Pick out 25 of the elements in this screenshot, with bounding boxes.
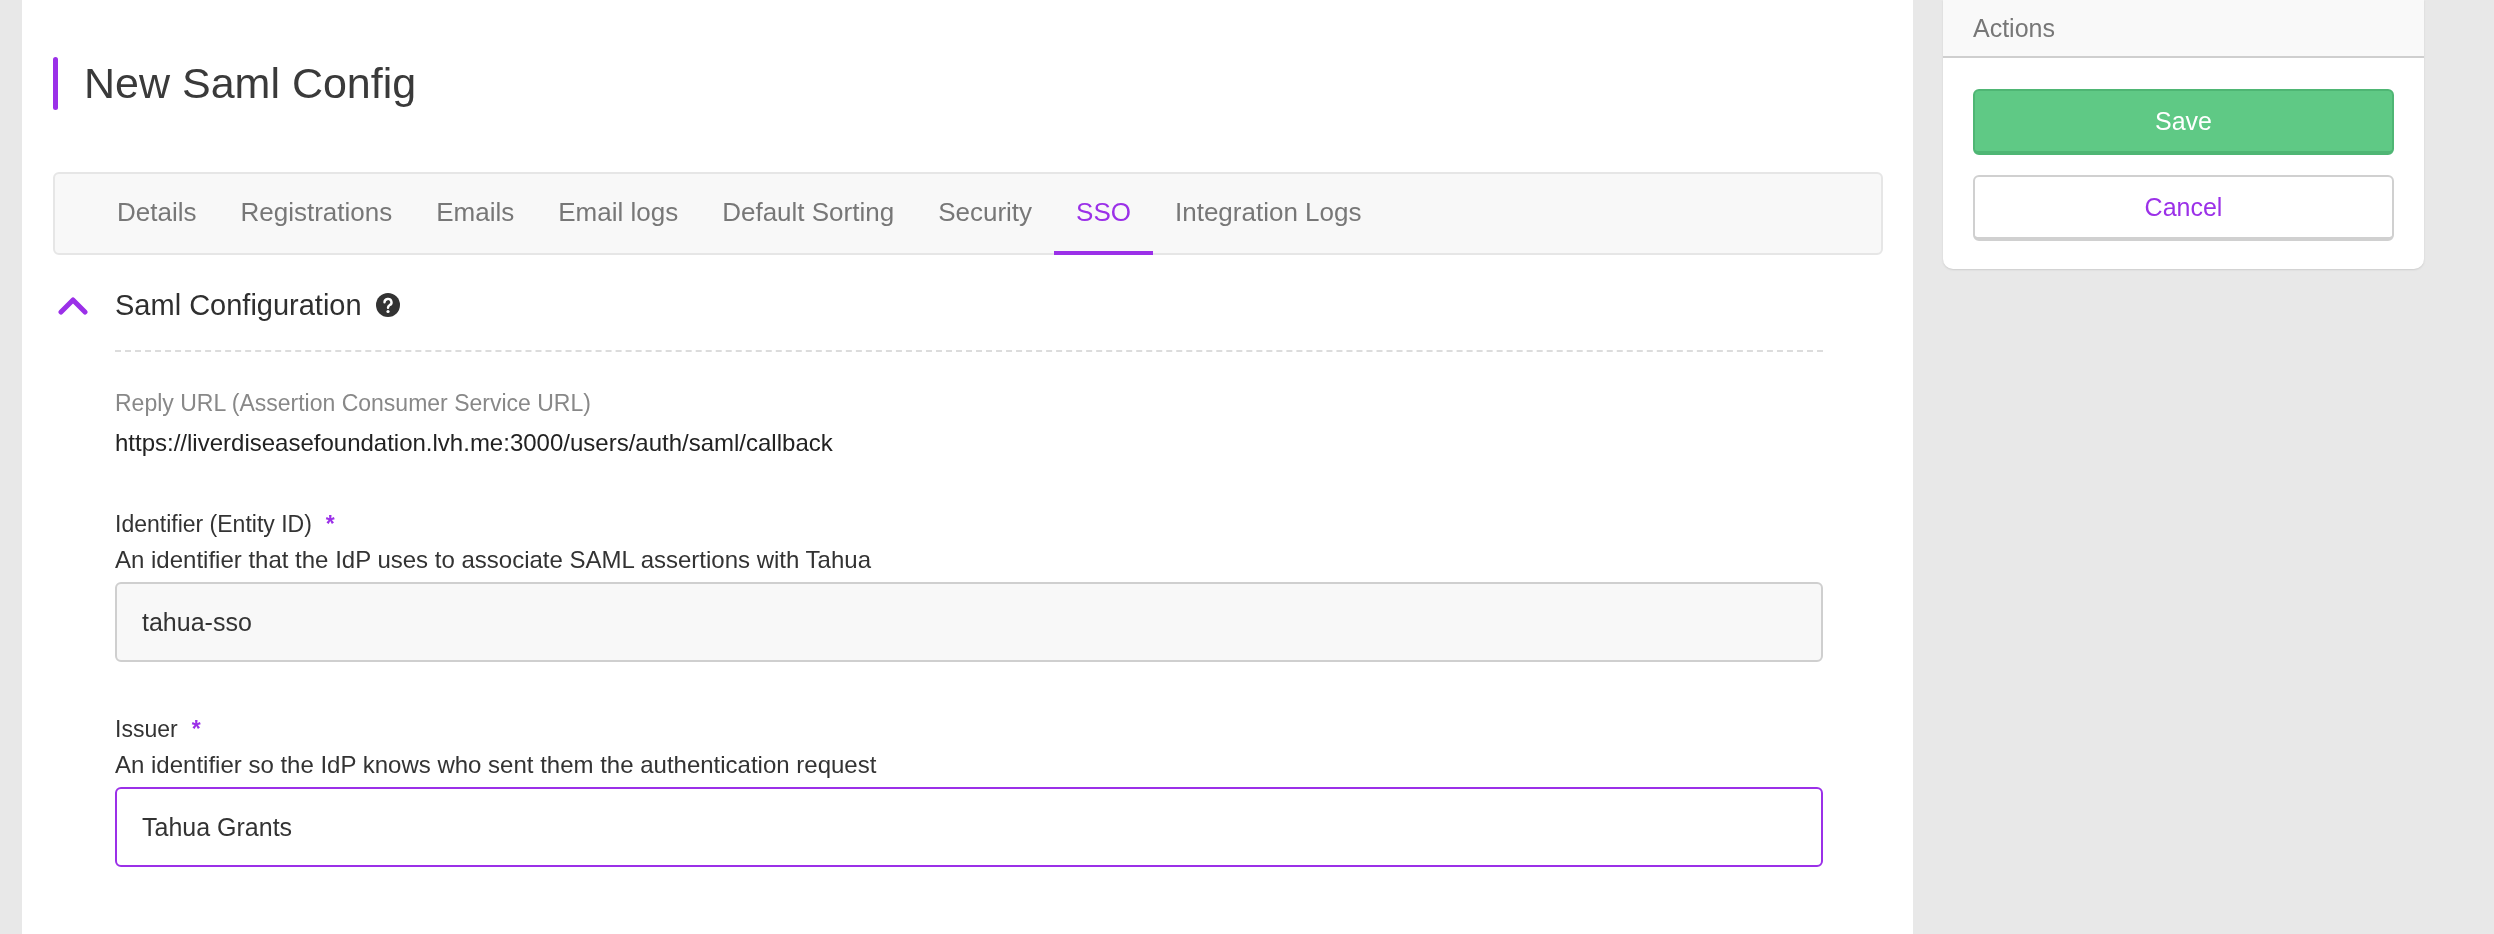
text-input-field[interactable]: Tahua Grants bbox=[115, 787, 1823, 867]
cancel-button[interactable]: Cancel bbox=[1973, 175, 2394, 241]
tab[interactable]: Details bbox=[95, 174, 219, 255]
tab[interactable]: Email logs bbox=[536, 174, 701, 255]
field-description: An identifier that the IdP uses to associate SAML assertions with Tahua bbox=[115, 546, 872, 574]
card-title: Actions bbox=[1973, 13, 2055, 43]
field-label: Reply URL (Assertion Consumer Service URL) bbox=[115, 390, 592, 417]
field-label: Issuer bbox=[115, 716, 178, 743]
tab[interactable]: Security bbox=[916, 174, 1055, 255]
reply-url-text: https://liverdiseasefoundation.lvh.me:3000/users/auth/saml/callback bbox=[115, 429, 834, 457]
tab[interactable]: Emails bbox=[414, 174, 537, 255]
tab[interactable]: SSO bbox=[1054, 174, 1153, 255]
chevron-icon[interactable] bbox=[58, 295, 88, 315]
tab[interactable]: Registrations bbox=[218, 174, 415, 255]
field-description: An identifier so the IdP knows who sent them the authentication request bbox=[115, 751, 878, 779]
page-title: New Saml Config bbox=[84, 59, 417, 108]
required-mark: * bbox=[191, 716, 201, 743]
tab[interactable]: Default Sorting bbox=[700, 174, 917, 255]
title-accent-bar bbox=[53, 57, 58, 110]
text-input-field[interactable]: tahua-sso bbox=[115, 582, 1823, 662]
help-icon[interactable] bbox=[375, 293, 400, 317]
section-title: Saml Configuration bbox=[115, 288, 362, 322]
required-mark: * bbox=[325, 511, 335, 538]
field-label: Identifier (Entity ID) bbox=[115, 511, 312, 538]
tab[interactable]: Integration Logs bbox=[1153, 174, 1384, 255]
